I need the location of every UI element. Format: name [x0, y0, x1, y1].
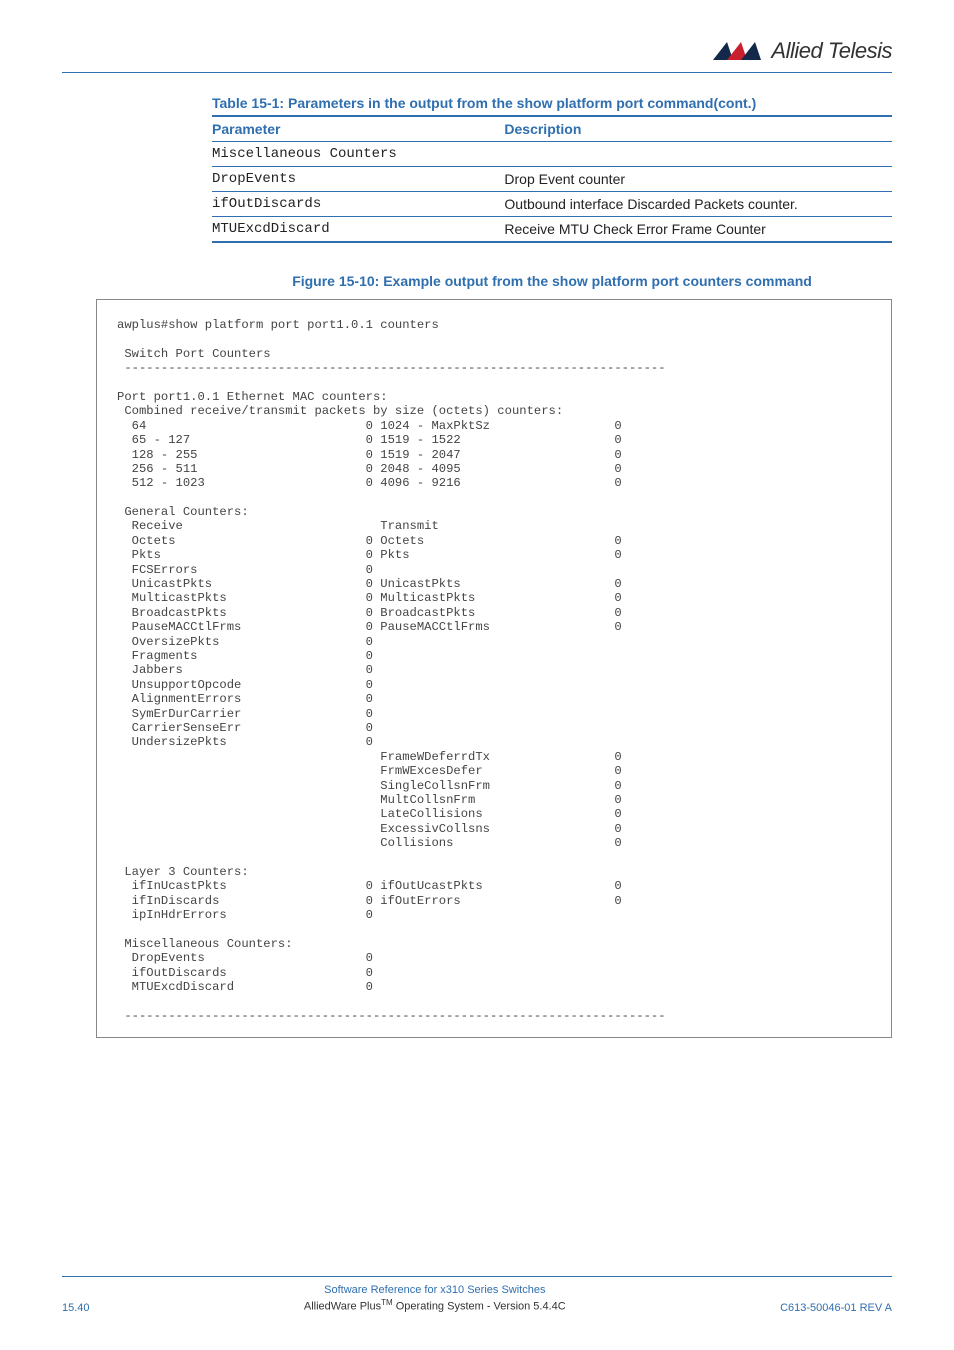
col-header-description: Description	[504, 116, 892, 142]
table-row: ifOutDiscards Outbound interface Discard…	[212, 192, 892, 217]
param-cell: MTUExcdDiscard	[212, 217, 504, 243]
allied-telesis-mark-icon	[713, 40, 765, 62]
page-footer: 15.40 Software Reference for x310 Series…	[62, 1276, 892, 1314]
footer-row: 15.40 Software Reference for x310 Series…	[62, 1283, 892, 1314]
footer-line1: Software Reference for x310 Series Switc…	[90, 1283, 781, 1298]
desc-cell: Outbound interface Discarded Packets cou…	[504, 192, 892, 217]
page-number: 15.40	[62, 1302, 90, 1314]
tm-icon: TM	[381, 1298, 393, 1307]
doc-id: C613-50046-01 REV A	[780, 1302, 892, 1314]
desc-cell: Receive MTU Check Error Frame Counter	[504, 217, 892, 243]
page: Allied Telesis Table 15-1: Parameters in…	[0, 0, 954, 1350]
footer-center: Software Reference for x310 Series Switc…	[90, 1283, 781, 1314]
parameters-table: Parameter Description Miscellaneous Coun…	[212, 115, 892, 243]
desc-cell: Drop Event counter	[504, 167, 892, 192]
desc-cell	[504, 142, 892, 167]
footer-line2: AlliedWare PlusTM Operating System - Ver…	[90, 1298, 781, 1315]
figure-title: Figure 15-10: Example output from the sh…	[212, 273, 892, 289]
table-row: MTUExcdDiscard Receive MTU Check Error F…	[212, 217, 892, 243]
example-output-code: awplus#show platform port port1.0.1 coun…	[96, 299, 892, 1038]
param-cell: Miscellaneous Counters	[212, 142, 504, 167]
footer-divider	[62, 1276, 892, 1277]
footer-version: Operating System - Version 5.4.4C	[393, 1300, 566, 1312]
parameters-table-wrap: Table 15-1: Parameters in the output fro…	[212, 95, 892, 243]
page-header: Allied Telesis	[62, 38, 892, 70]
param-cell: ifOutDiscards	[212, 192, 504, 217]
brand-logo: Allied Telesis	[713, 38, 892, 64]
brand-name: Allied Telesis	[771, 38, 892, 64]
table-row: Miscellaneous Counters	[212, 142, 892, 167]
header-divider	[62, 72, 892, 73]
table-row: DropEvents Drop Event counter	[212, 167, 892, 192]
footer-product: AlliedWare Plus	[304, 1300, 381, 1312]
col-header-parameter: Parameter	[212, 116, 504, 142]
table-title: Table 15-1: Parameters in the output fro…	[212, 95, 892, 111]
param-cell: DropEvents	[212, 167, 504, 192]
